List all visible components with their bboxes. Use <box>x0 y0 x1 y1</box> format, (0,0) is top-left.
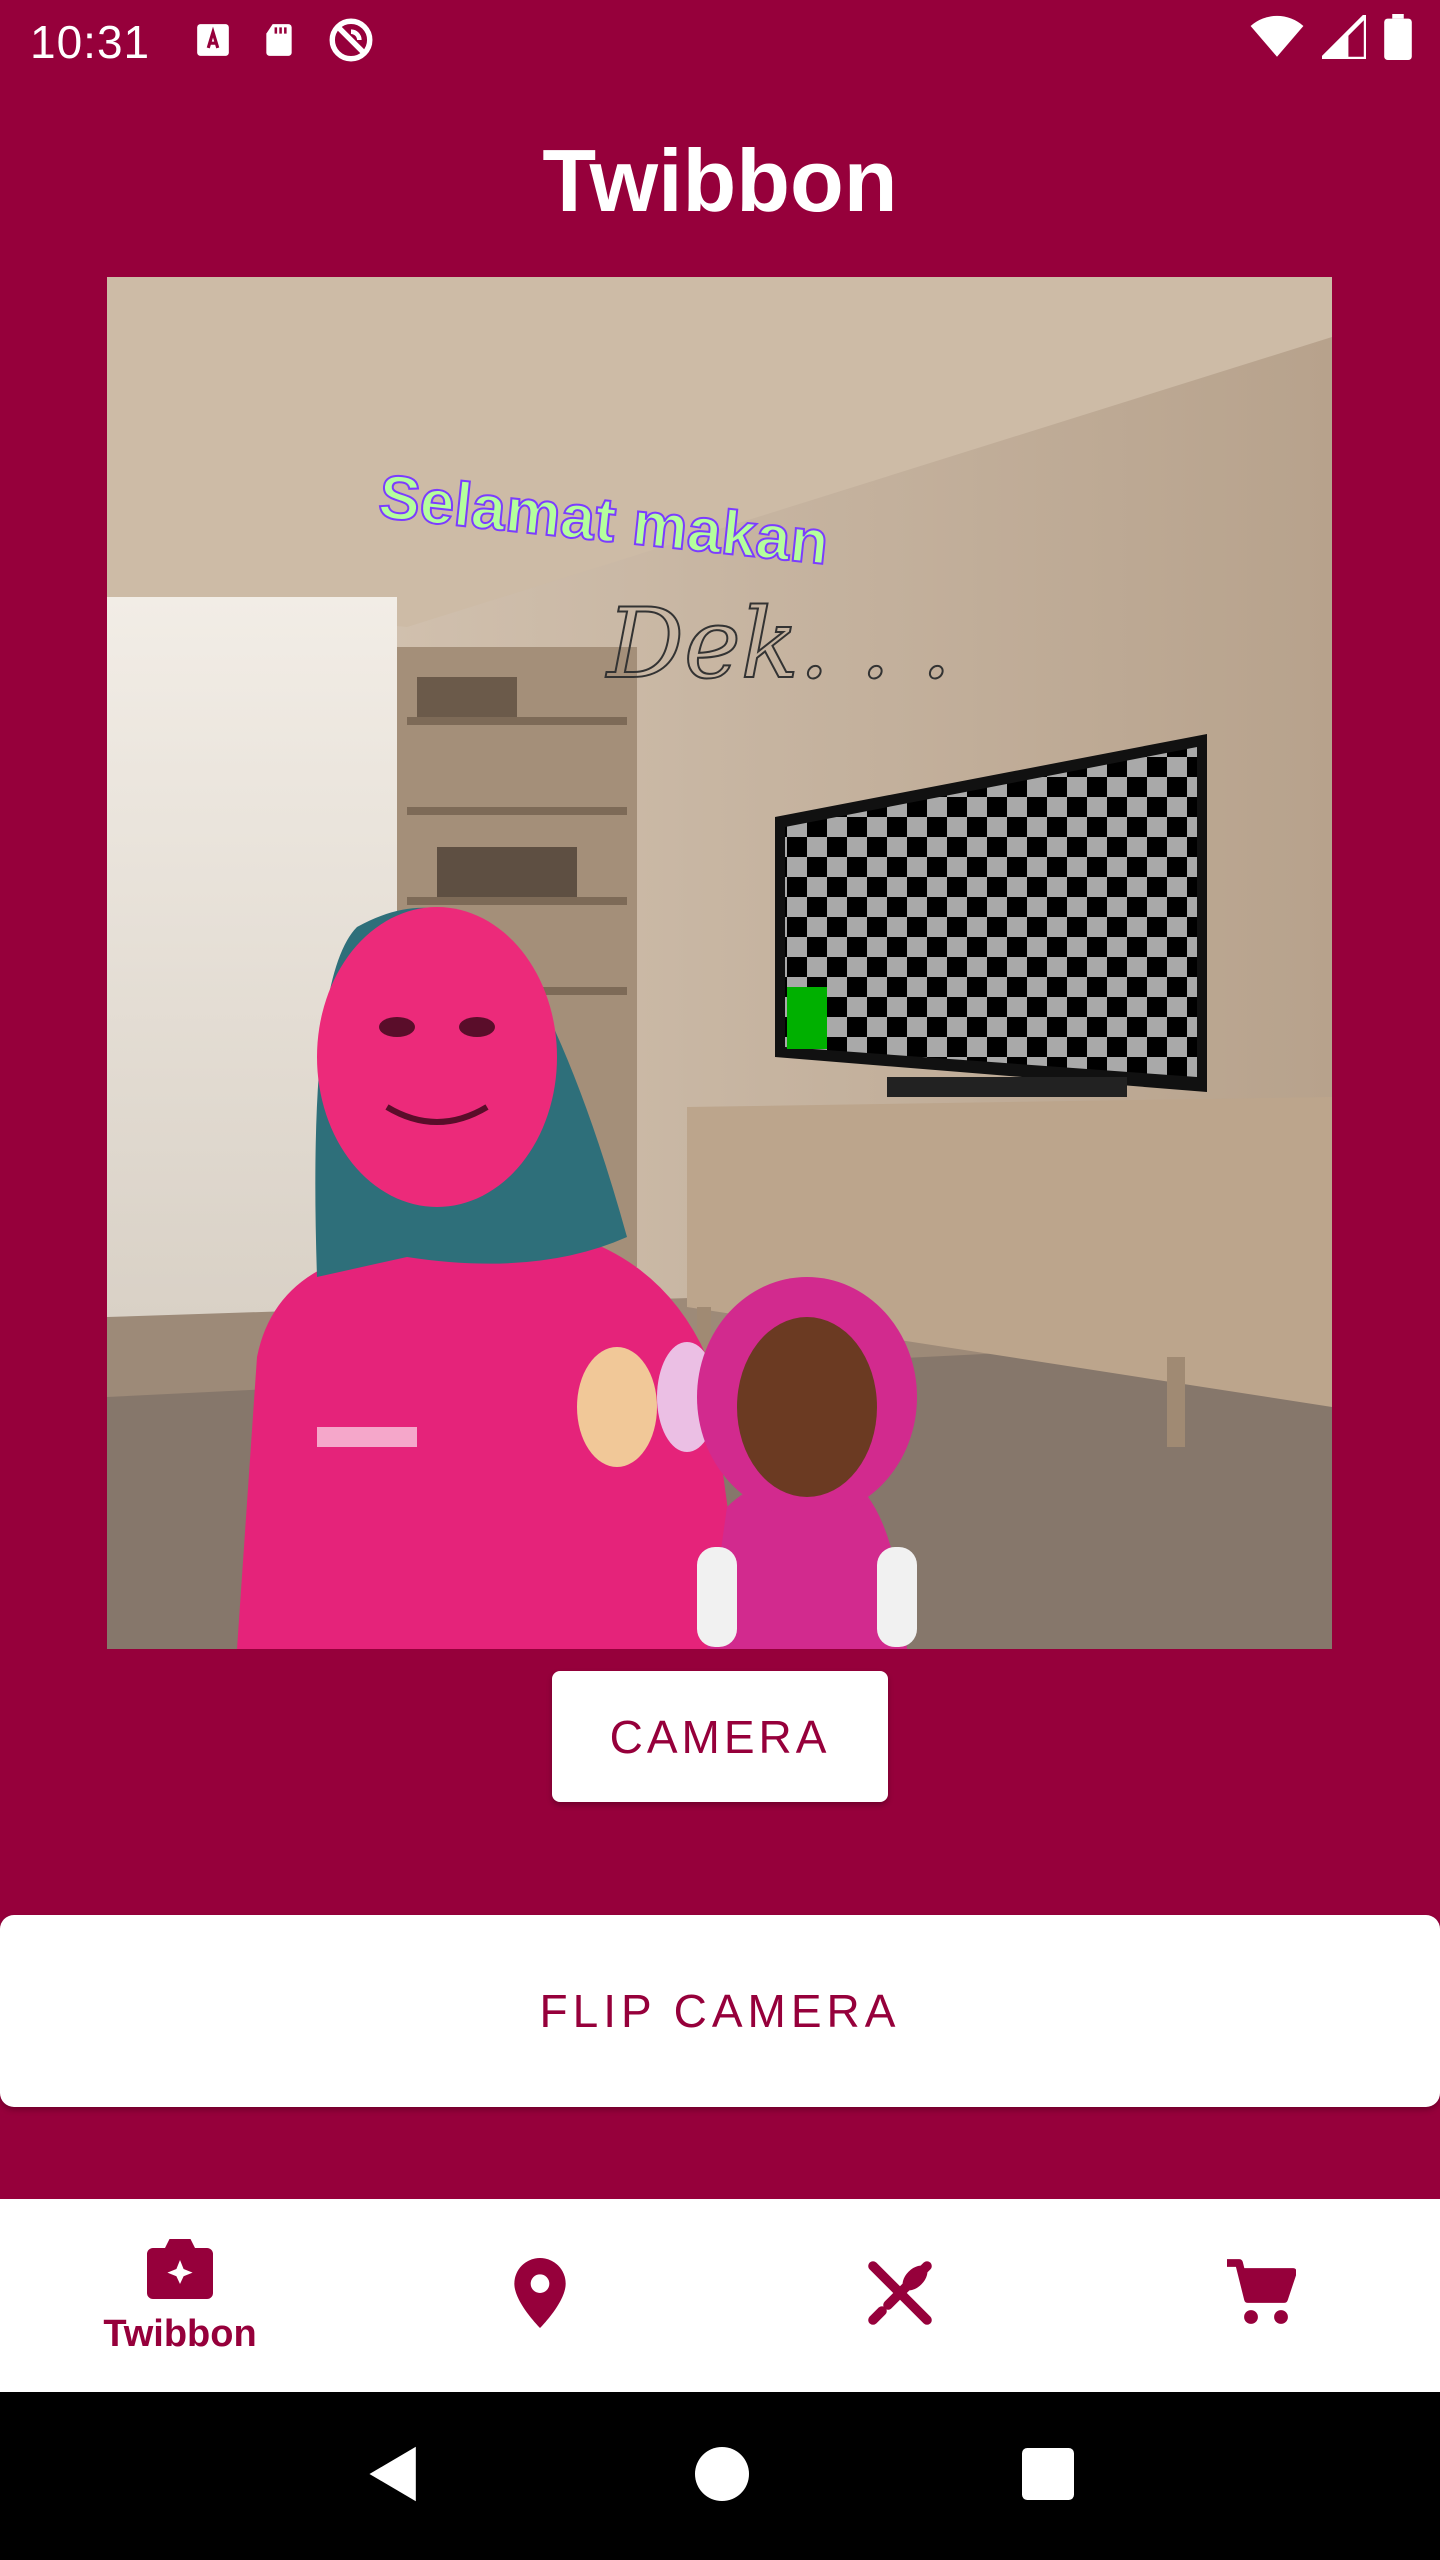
cart-icon <box>1224 2257 1297 2334</box>
font-download-icon <box>194 21 232 64</box>
restaurant-icon <box>864 2257 936 2334</box>
status-time: 10:31 <box>30 16 151 68</box>
bottom-nav: Twibbon <box>0 2199 1440 2392</box>
twibbon-image: Selamat makan Dek. . . <box>107 277 1332 1649</box>
nav-item-location[interactable] <box>360 2199 720 2392</box>
battery-icon <box>1384 14 1412 65</box>
wifi-icon <box>1250 15 1304 64</box>
camera-icon <box>143 2236 217 2307</box>
nav-item-restaurant[interactable] <box>720 2199 1080 2392</box>
nav-item-twibbon[interactable]: Twibbon <box>0 2199 360 2392</box>
sd-card-icon <box>260 20 298 65</box>
cell-signal-icon <box>1316 9 1369 64</box>
camera-button[interactable]: CAMERA <box>552 1671 888 1802</box>
nav-label-twibbon: Twibbon <box>103 2312 257 2355</box>
home-icon[interactable] <box>694 2446 749 2506</box>
overlay-text-2: Dek. . . <box>605 588 952 700</box>
page-title: Twibbon <box>542 131 898 230</box>
system-nav-bar <box>0 2392 1440 2560</box>
nav-item-cart[interactable] <box>1080 2199 1440 2392</box>
back-icon[interactable] <box>366 2444 422 2509</box>
recents-icon[interactable] <box>1021 2447 1074 2505</box>
doll-figure <box>697 1277 917 1649</box>
location-pin-icon <box>512 2257 568 2334</box>
sync-disabled-icon <box>326 15 376 70</box>
status-bar: 10:31 <box>0 0 1440 84</box>
flip-camera-button[interactable]: FLIP CAMERA <box>0 1915 1440 2107</box>
